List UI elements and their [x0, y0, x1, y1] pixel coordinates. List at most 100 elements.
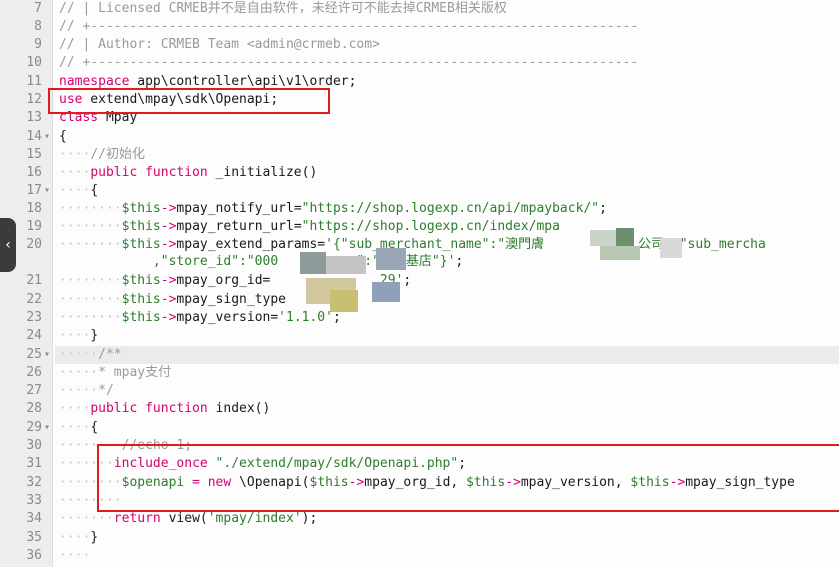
code-token: ; — [332, 310, 341, 325]
current-line-highlight — [55, 346, 839, 364]
code-token: ···· — [59, 420, 91, 435]
code-line[interactable]: ····public function index() — [59, 400, 270, 418]
code-token: -> — [160, 273, 177, 288]
line-number-gutter: 7 8 9 10 11 12 13 14 ▾ 15 16 17 ▾ 18 19 20 21 22 23 24 25 ▾ 26… — [0, 0, 53, 567]
code-line[interactable]: ····{ — [59, 182, 98, 200]
code-token: ; — [455, 254, 464, 269]
fold-toggle-icon[interactable]: ▾ — [44, 128, 50, 146]
code-token: ····· — [59, 347, 99, 362]
code-line[interactable]: ·····*/ — [59, 382, 114, 400]
line-number: 11 — [26, 74, 42, 89]
line-number: 35 — [26, 530, 42, 545]
code-token: 公司","sub_mercha — [638, 237, 766, 252]
line-number: 31 — [26, 456, 42, 471]
code-line[interactable]: ·······return view('mpay/index'); — [59, 510, 317, 528]
code-token: // | Author: CRMEB Team <admin@crmeb.com… — [59, 37, 380, 52]
code-token: view( — [160, 511, 208, 526]
code-token: -> — [160, 310, 177, 325]
code-line[interactable]: ········$this->mpay_notify_url="https://… — [59, 200, 607, 218]
code-token: $this — [121, 310, 161, 325]
line-number: 21 — [26, 273, 42, 288]
line-number: 7 — [34, 1, 42, 16]
code-token: -> — [160, 292, 177, 307]
fold-toggle-icon[interactable]: ▾ — [44, 346, 50, 364]
code-line[interactable]: ········$this->mpay_sign_type — [59, 291, 286, 309]
line-number: 34 — [26, 511, 42, 526]
code-token: mpay_return_url= — [176, 219, 302, 234]
code-line[interactable]: ········$this->mpay_version='1.1.0'; — [59, 309, 341, 327]
code-token: $this — [121, 237, 161, 252]
code-token: ········ — [59, 310, 122, 325]
code-token: public function — [90, 401, 208, 416]
code-line[interactable]: // | Licensed CRMEB并不是自由软件，未经许可不能去掉CRMEB… — [59, 0, 507, 18]
code-line[interactable]: // +------------------------------------… — [59, 18, 638, 36]
code-line[interactable]: ········$this->mpay_return_url="https://… — [59, 218, 560, 236]
code-line[interactable]: ···· — [59, 547, 90, 565]
fold-toggle-icon[interactable]: ▾ — [44, 419, 50, 437]
code-token: ,"store_id":"000 — [152, 254, 279, 269]
line-number: 9 — [34, 37, 42, 52]
code-line[interactable]: ····} — [59, 327, 98, 345]
line-number: 18 — [26, 201, 42, 216]
code-line[interactable]: ····//初始化 — [59, 146, 145, 164]
code-token: { — [90, 183, 99, 198]
code-token: ···· — [59, 328, 91, 343]
code-token: } — [90, 530, 99, 545]
code-token: $this — [121, 273, 161, 288]
line-number: 16 — [26, 165, 42, 180]
code-token: '1.1.0' — [278, 310, 333, 325]
code-token: * mpay支付 — [98, 365, 172, 380]
code-line[interactable]: ·····* mpay支付 — [59, 364, 171, 382]
line-number: 29 — [26, 420, 42, 435]
code-line[interactable]: ·····/** — [59, 346, 122, 364]
line-number: 36 — [26, 548, 42, 563]
code-token: mpay_extend_params= — [176, 237, 326, 252]
code-token: public function — [90, 165, 208, 180]
chevron-left-icon: ‹ — [5, 237, 11, 253]
code-token: mpay_notify_url= — [176, 201, 302, 216]
code-line[interactable]: ····} — [59, 529, 98, 547]
line-number: 32 — [26, 475, 42, 490]
sidebar-collapse-button[interactable]: ‹ — [0, 218, 16, 272]
code-token: -> — [160, 237, 177, 252]
code-token: { — [59, 129, 67, 144]
code-token: _initialize() — [207, 165, 318, 180]
line-number: 33 — [26, 493, 42, 508]
line-number: 8 — [34, 19, 42, 34]
code-token: ···· — [59, 401, 91, 416]
code-token: return — [113, 511, 161, 526]
line-number: 23 — [26, 310, 42, 325]
line-number: 17 — [26, 183, 42, 198]
fold-toggle-icon[interactable]: ▾ — [44, 182, 50, 200]
code-line[interactable]: ····public function _initialize() — [59, 164, 317, 182]
line-number: 12 — [26, 92, 42, 107]
code-token: namespace — [59, 74, 130, 89]
code-token: ········ — [59, 201, 122, 216]
code-token: $this — [121, 201, 161, 216]
code-token: */ — [98, 383, 114, 398]
code-line[interactable]: // +------------------------------------… — [59, 54, 638, 72]
code-line[interactable]: // | Author: CRMEB Team <admin@crmeb.com… — [59, 36, 380, 54]
code-token: $this — [121, 292, 161, 307]
code-token: //初始化 — [90, 147, 145, 162]
code-line[interactable]: { — [59, 128, 67, 146]
line-number: 24 — [26, 328, 42, 343]
code-line[interactable]: ····{ — [59, 419, 98, 437]
code-token: ; — [403, 273, 412, 288]
code-token: mpay_sign_type — [176, 292, 286, 307]
line-number: 15 — [26, 147, 42, 162]
code-token: ···· — [59, 183, 91, 198]
code-token: mpay_org_id= — [176, 273, 271, 288]
code-line[interactable]: ········$this->mpay_org_id= 29'; — [59, 272, 411, 290]
code-token: // | Licensed CRMEB并不是自由软件，未经许可不能去掉CRMEB… — [59, 1, 507, 16]
code-token: -> — [160, 201, 177, 216]
code-token: ···· — [59, 147, 91, 162]
code-token: "https://shop.logexp.cn/api/mpayback/" — [301, 201, 600, 216]
highlight-box-use-statement — [48, 88, 330, 114]
code-token: ········ — [59, 273, 122, 288]
line-number: 28 — [26, 401, 42, 416]
code-token: ···· — [59, 165, 91, 180]
code-token: "https://shop.logexp.cn/index/mpa — [301, 219, 560, 234]
line-number: 27 — [26, 383, 42, 398]
